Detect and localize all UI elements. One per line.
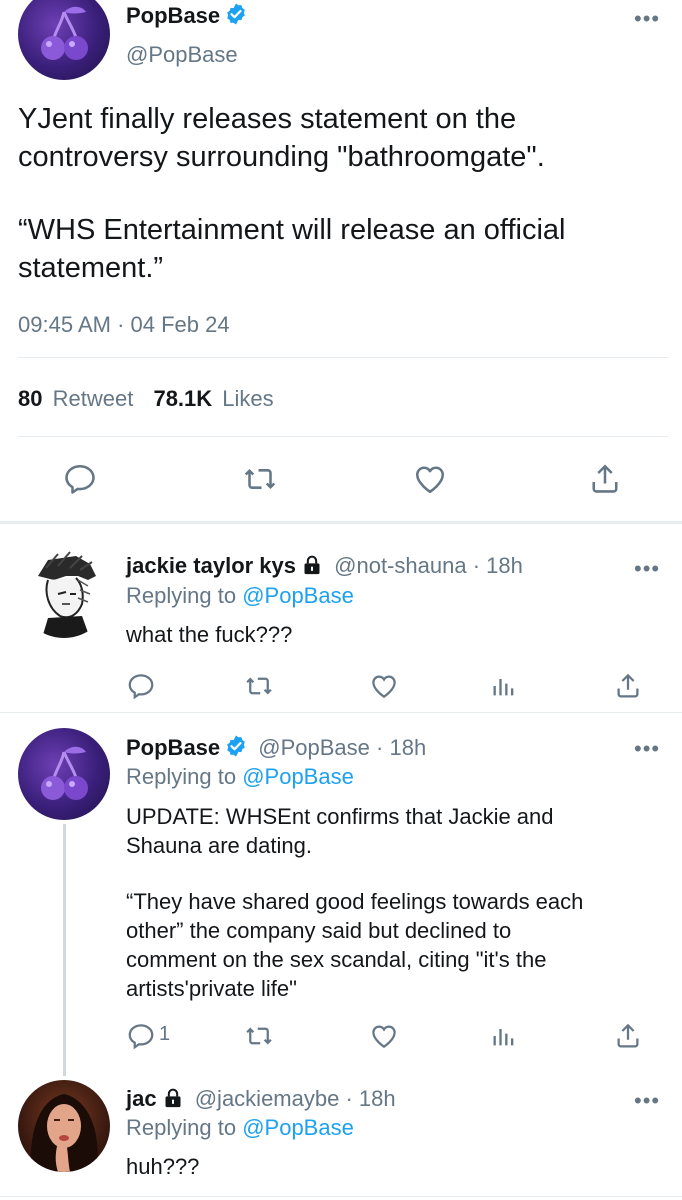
- analytics-icon[interactable]: [490, 672, 518, 700]
- tweet-text: YJent finally releases statement on the …: [18, 103, 545, 173]
- reply-text: huh???: [126, 1154, 200, 1179]
- retweet-count[interactable]: 80: [18, 386, 42, 411]
- jac-avatar[interactable]: [18, 1080, 110, 1172]
- popbase-avatar[interactable]: [18, 728, 110, 820]
- likes-count[interactable]: 78.1K: [153, 386, 212, 411]
- more-dots-icon[interactable]: •••: [634, 1088, 660, 1114]
- display-name[interactable]: PopBase: [126, 735, 220, 760]
- cherry-logo-icon: [41, 746, 88, 800]
- tweet-time: · 18h: [472, 553, 523, 578]
- replying-to-link[interactable]: @PopBase: [242, 764, 354, 789]
- replying-to: Replying to @PopBase: [126, 764, 354, 789]
- reply-bubble-icon[interactable]: [126, 671, 156, 701]
- reply-quote: “They have shared good feelings towards …: [126, 889, 584, 1001]
- reply-text: what the fuck???: [126, 622, 293, 647]
- retweet-label[interactable]: Retweet: [53, 386, 134, 411]
- portrait-photo-icon: [31, 1094, 98, 1172]
- more-dots-icon[interactable]: •••: [634, 556, 660, 582]
- analytics-icon[interactable]: [490, 1022, 518, 1050]
- reply-text: UPDATE: WHSEnt confirms that Jackie and …: [126, 804, 554, 858]
- jackie-avatar[interactable]: [18, 546, 110, 638]
- lock-icon: [304, 555, 320, 575]
- replying-to: Replying to @PopBase: [126, 1115, 354, 1140]
- popbase-avatar[interactable]: [18, 0, 110, 80]
- handle[interactable]: @jackiemaybe: [195, 1086, 340, 1111]
- verified-badge-icon: [227, 3, 245, 25]
- share-icon[interactable]: [587, 461, 623, 497]
- lock-icon: [165, 1088, 181, 1108]
- thread-line: [63, 824, 66, 1076]
- handle[interactable]: @PopBase: [258, 735, 370, 760]
- handle[interactable]: @PopBase: [126, 42, 238, 68]
- replying-to: Replying to @PopBase: [126, 583, 354, 608]
- heart-icon[interactable]: [412, 461, 448, 497]
- verified-badge-icon: [227, 735, 245, 757]
- handle[interactable]: @not-shauna: [334, 553, 466, 578]
- display-name[interactable]: PopBase: [126, 3, 220, 28]
- more-dots-icon[interactable]: •••: [634, 736, 660, 762]
- retweet-icon[interactable]: [244, 671, 274, 701]
- share-icon[interactable]: [613, 1021, 643, 1051]
- tweet-time: · 18h: [345, 1086, 396, 1111]
- more-dots-icon[interactable]: •••: [634, 6, 660, 32]
- reply-count: 1: [159, 1023, 171, 1045]
- reply-bubble-icon[interactable]: [126, 1021, 156, 1051]
- sketch-portrait-icon: [38, 551, 96, 638]
- replying-to-link[interactable]: @PopBase: [242, 583, 354, 608]
- heart-icon[interactable]: [369, 1021, 399, 1051]
- retweet-icon[interactable]: [244, 1021, 274, 1051]
- engagement-stats: 80 Retweet 78.1K Likes: [18, 386, 274, 412]
- share-icon[interactable]: [613, 671, 643, 701]
- cherry-logo-icon: [41, 6, 88, 60]
- reply-bubble-icon[interactable]: [62, 461, 98, 497]
- replying-to-link[interactable]: @PopBase: [242, 1115, 354, 1140]
- retweet-icon[interactable]: [242, 461, 278, 497]
- display-name[interactable]: jac: [126, 1086, 157, 1111]
- tweet-quote: “WHS Entertainment will release an offic…: [18, 214, 566, 284]
- timestamp: 09:45 AM · 04 Feb 24: [18, 312, 230, 337]
- display-name[interactable]: jackie taylor kys: [126, 553, 296, 578]
- tweet-time: · 18h: [376, 735, 427, 760]
- likes-label[interactable]: Likes: [222, 386, 273, 411]
- heart-icon[interactable]: [369, 671, 399, 701]
